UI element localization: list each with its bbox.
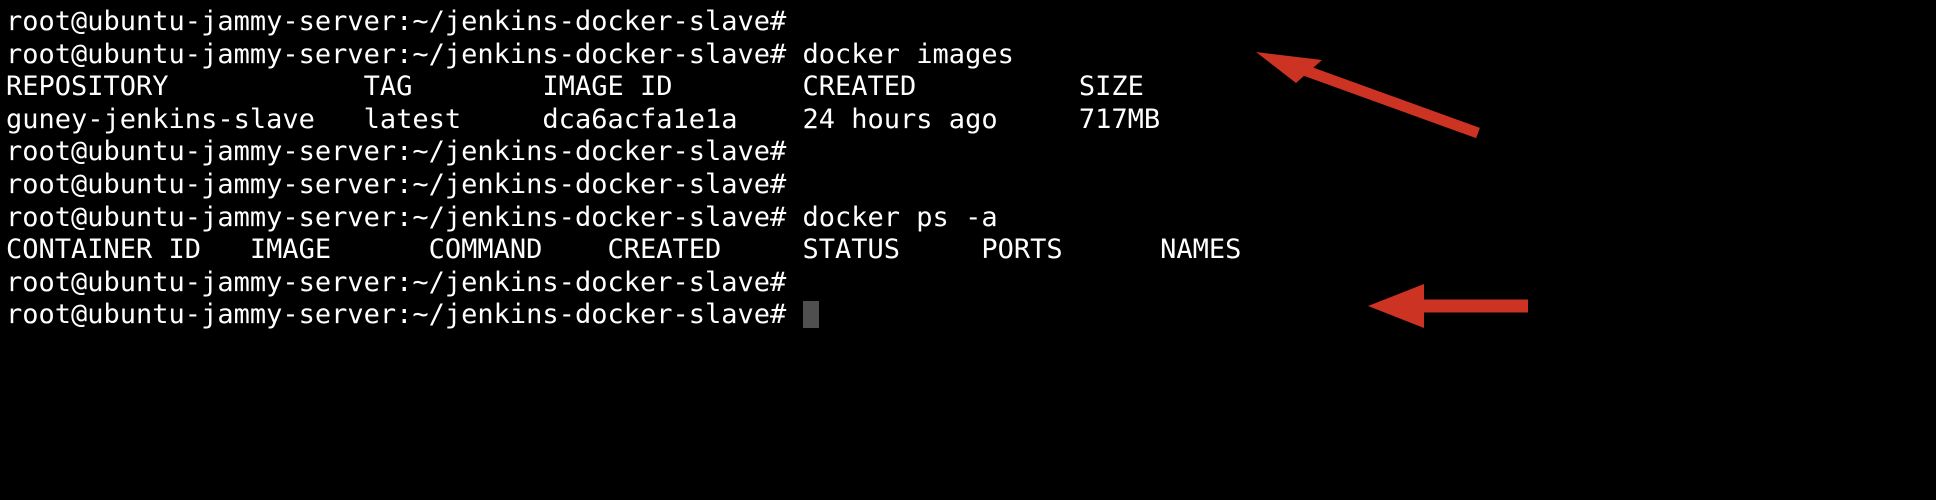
text-cursor — [802, 301, 819, 329]
terminal-output-area[interactable]: root@ubuntu-jammy-server:~/jenkins-docke… — [0, 0, 1936, 500]
terminal-line: guney-jenkins-slave latest dca6acfa1e1a … — [6, 103, 1161, 135]
terminal-line: root@ubuntu-jammy-server:~/jenkins-docke… — [6, 266, 787, 298]
terminal-line: REPOSITORY TAG IMAGE ID CREATED SIZE — [6, 71, 1144, 103]
terminal-line: root@ubuntu-jammy-server:~/jenkins-docke… — [6, 168, 787, 200]
terminal-line: root@ubuntu-jammy-server:~/jenkins-docke… — [6, 136, 787, 168]
terminal-line-active: root@ubuntu-jammy-server:~/jenkins-docke… — [6, 299, 1936, 332]
terminal-line: CONTAINER ID IMAGE COMMAND CREATED STATU… — [6, 234, 1242, 266]
terminal-line: root@ubuntu-jammy-server:~/jenkins-docke… — [6, 38, 1014, 70]
terminal-line: root@ubuntu-jammy-server:~/jenkins-docke… — [6, 6, 787, 37]
terminal-line: root@ubuntu-jammy-server:~/jenkins-docke… — [6, 201, 998, 233]
terminal-prompt: root@ubuntu-jammy-server:~/jenkins-docke… — [6, 299, 803, 331]
terminal-screenshot: root@ubuntu-jammy-server:~/jenkins-docke… — [0, 0, 1936, 500]
